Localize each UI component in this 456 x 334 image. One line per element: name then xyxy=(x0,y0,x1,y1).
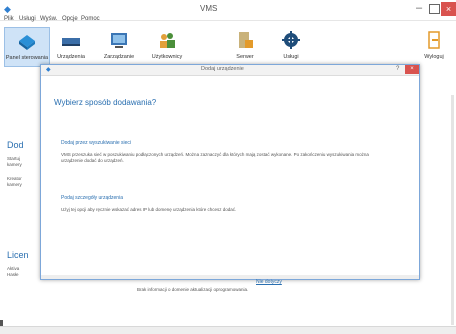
toolbar-users-button[interactable]: Użytkownicy xyxy=(145,27,189,65)
scrollbar[interactable] xyxy=(451,95,454,325)
logout-button[interactable]: Wyloguj xyxy=(412,27,456,65)
dialog-footer xyxy=(41,275,419,279)
toolbar: Panel sterowania Urządzenia Zarządzanie … xyxy=(0,27,456,67)
option-manual-entry-description: Użyj tej opcji aby ręcznie wskazać adres… xyxy=(61,207,237,212)
dialog-title: Dodaj urządzenie xyxy=(201,66,244,72)
dialog-heading: Wybierz sposób dodawania? xyxy=(54,98,157,107)
help-button[interactable]: ? xyxy=(396,66,399,72)
monitor-icon xyxy=(111,33,127,48)
server-icon xyxy=(239,32,253,48)
option-manual-entry[interactable]: Podaj szczegóły urządzenia xyxy=(61,195,123,201)
dialog-close-button[interactable]: × xyxy=(405,65,419,74)
toolbar-devices-button[interactable]: Urządzenia xyxy=(49,27,93,65)
menu-widok[interactable]: Wyśw. xyxy=(40,16,57,22)
users-icon xyxy=(160,33,175,48)
option-network-search[interactable]: Dodaj przez wyszukiwanie sieci xyxy=(61,140,131,146)
toolbar-label: Urządzenia xyxy=(57,54,85,60)
toolbar-label: Użytkownicy xyxy=(151,54,183,60)
menu-uslugi[interactable]: Usługi xyxy=(19,16,36,22)
option-network-search-description: VMS przeszuka sieć w poszukiwaniu podłąc… xyxy=(61,152,369,163)
menu-pomoc[interactable]: Pomoc xyxy=(81,16,100,22)
toolbar-services-button[interactable]: Usługi xyxy=(269,27,313,65)
update-info-text: Brak informacji o domenie aktualizacji o… xyxy=(137,287,249,292)
logout-icon xyxy=(428,31,440,49)
gear-icon xyxy=(282,31,300,49)
toolbar-label: Panel sterowania xyxy=(5,55,49,61)
toolbar-server-button[interactable]: Serwer xyxy=(223,27,267,65)
section-heading-license: Licen xyxy=(7,250,29,260)
toolbar-label: Usługi xyxy=(283,54,299,60)
add-device-dialog: ◆ Dodaj urządzenie ? × Wybierz sposób do… xyxy=(40,64,420,280)
maximize-button[interactable] xyxy=(429,4,440,14)
section-heading-add: Dod xyxy=(7,140,24,150)
dvr-icon xyxy=(62,38,80,46)
section-text: Hasłe xyxy=(7,272,19,277)
app-logo-icon: ◆ xyxy=(4,4,11,14)
not-applicable-link[interactable]: Nie dotyczy xyxy=(256,279,282,285)
window-title: VMS xyxy=(200,4,218,13)
toolbar-label: Zarządzanie xyxy=(103,54,135,60)
minimize-button[interactable]: – xyxy=(413,3,425,15)
section-text: kamery xyxy=(7,182,22,187)
close-button[interactable]: × xyxy=(441,2,456,16)
book-icon xyxy=(19,35,35,50)
toolbar-management-button[interactable]: Zarządzanie xyxy=(97,27,141,65)
menu-opcje[interactable]: Opcje xyxy=(62,16,78,22)
menu-bar: Plik Usługi Wyśw. Opcje Pomoc xyxy=(0,16,456,27)
toolbar-label: Wyloguj xyxy=(424,54,444,60)
toolbar-label: Serwer xyxy=(236,54,254,60)
toolbar-dashboard-button[interactable]: Panel sterowania xyxy=(4,27,50,67)
dialog-title-bar: ◆ Dodaj urządzenie ? × xyxy=(41,65,419,76)
section-text: kamery xyxy=(7,162,22,167)
menu-plik[interactable]: Plik xyxy=(4,16,14,22)
dialog-icon: ◆ xyxy=(46,67,51,73)
